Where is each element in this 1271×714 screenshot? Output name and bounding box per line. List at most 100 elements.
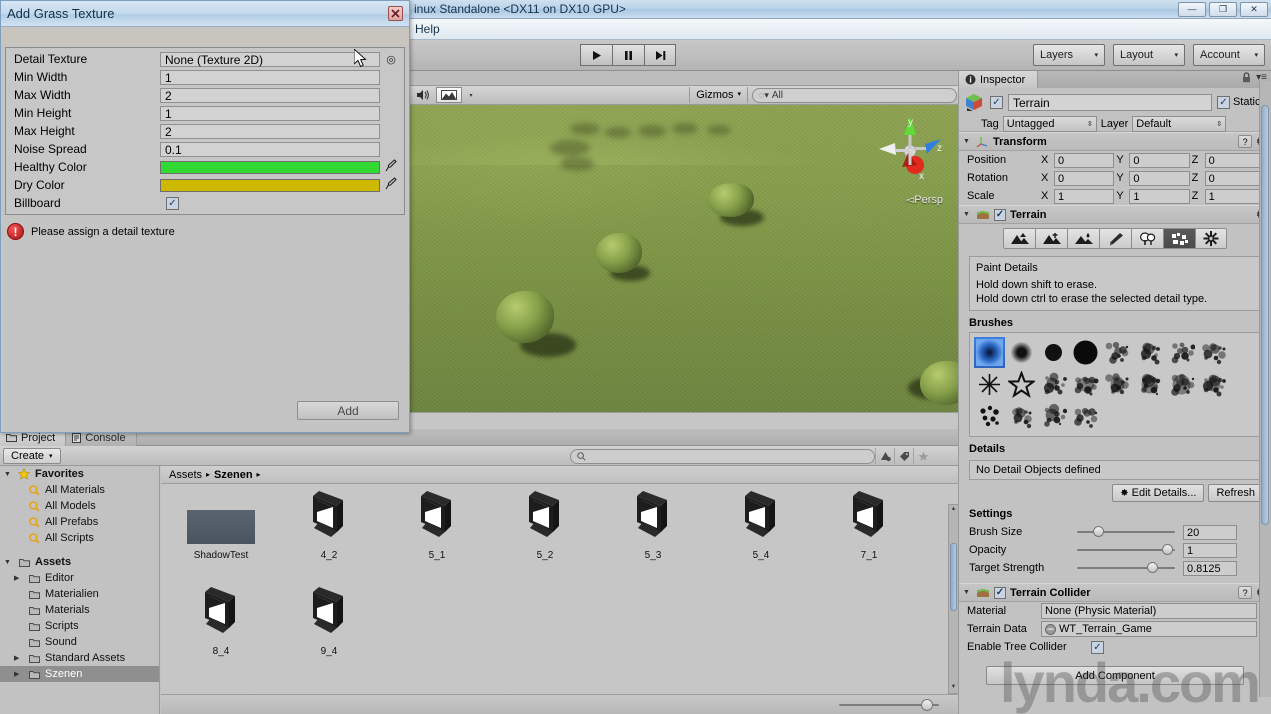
- brush-option[interactable]: [1198, 369, 1229, 400]
- play-button[interactable]: [580, 44, 612, 66]
- restore-button[interactable]: ❐: [1209, 2, 1237, 17]
- dialog-field-input[interactable]: 1: [160, 105, 380, 121]
- tree-item-favorites[interactable]: ▼ Favorites: [0, 466, 159, 482]
- foldout-arrow-icon[interactable]: ▶: [14, 574, 23, 582]
- brush-option[interactable]: [1038, 369, 1069, 400]
- scene-effects-icon[interactable]: [436, 87, 462, 103]
- dialog-field-input[interactable]: 1: [160, 69, 380, 85]
- smooth-height-tool[interactable]: [1067, 228, 1099, 249]
- slider-handle[interactable]: [921, 699, 933, 711]
- edit-details-button[interactable]: ✸ Edit Details...: [1112, 484, 1205, 502]
- lock-icon[interactable]: [1242, 72, 1251, 83]
- chevron-down-icon[interactable]: ▾: [466, 87, 476, 103]
- scene-projection-label[interactable]: ◅Persp: [906, 193, 943, 206]
- breadcrumb-item-szenen[interactable]: Szenen: [214, 469, 253, 481]
- brush-option[interactable]: [1166, 369, 1197, 400]
- layer-dropdown[interactable]: Default ⇳: [1132, 116, 1227, 132]
- dialog-field-input[interactable]: 2: [160, 123, 380, 139]
- component-header-terrain-collider[interactable]: ▼ ✓ Terrain Collider ? ⚙: [959, 583, 1271, 602]
- slider-handle[interactable]: [1092, 526, 1104, 537]
- dialog-field-input[interactable]: 2: [160, 87, 380, 103]
- gameobject-enabled-checkbox[interactable]: ✓: [990, 95, 1003, 109]
- tree-item-scripts[interactable]: Scripts: [0, 618, 159, 634]
- brush-option[interactable]: [1102, 369, 1133, 400]
- breadcrumb-item-assets[interactable]: Assets: [169, 469, 202, 481]
- scene-search-input[interactable]: ◌▾ All: [752, 87, 957, 103]
- scene-viewport[interactable]: y z x ◅Persp: [410, 105, 961, 412]
- scroll-down-icon[interactable]: ▼: [950, 684, 957, 692]
- paint-details-tool[interactable]: [1163, 228, 1195, 249]
- scale-x-field[interactable]: 1: [1054, 188, 1115, 204]
- brush-option[interactable]: [1134, 337, 1165, 368]
- setting-value-field[interactable]: 20: [1183, 524, 1237, 540]
- static-checkbox[interactable]: ✓: [1216, 95, 1230, 109]
- scale-y-field[interactable]: 1: [1129, 188, 1190, 204]
- tree-item-all-models[interactable]: All Models: [0, 498, 159, 514]
- brush-option[interactable]: [1070, 401, 1101, 432]
- refresh-button[interactable]: Refresh: [1208, 484, 1263, 502]
- brush-option[interactable]: [1070, 337, 1101, 368]
- add-component-button[interactable]: Add Component: [986, 666, 1244, 685]
- raise-lower-terrain-tool[interactable]: [1003, 228, 1035, 249]
- tree-item-materials[interactable]: Materials: [0, 602, 159, 618]
- slider-handle[interactable]: [1162, 544, 1174, 555]
- brush-option[interactable]: [974, 401, 1005, 432]
- scrollbar-thumb[interactable]: [1261, 105, 1269, 525]
- paint-height-tool[interactable]: [1035, 228, 1067, 249]
- scale-z-field[interactable]: 1: [1204, 188, 1265, 204]
- brush-option[interactable]: [974, 369, 1005, 400]
- dialog-close-button[interactable]: [388, 6, 403, 21]
- foldout-arrow-icon[interactable]: ▼: [4, 559, 13, 566]
- position-y-field[interactable]: 0: [1129, 152, 1190, 168]
- pause-button[interactable]: [612, 44, 644, 66]
- minimize-button[interactable]: —: [1178, 2, 1206, 17]
- setting-value-field[interactable]: 0.8125: [1183, 560, 1237, 576]
- label-filter-icon[interactable]: [894, 448, 913, 464]
- dialog-field-input[interactable]: 0.1: [160, 141, 380, 157]
- tab-inspector[interactable]: Inspector: [959, 71, 1039, 88]
- tree-item-sound[interactable]: Sound: [0, 634, 159, 650]
- brush-option[interactable]: [1006, 337, 1037, 368]
- foldout-arrow-icon[interactable]: ▼: [963, 211, 972, 218]
- asset-item[interactable]: 7_1: [815, 488, 923, 561]
- tree-item-szenen[interactable]: ▶ Szenen: [0, 666, 159, 682]
- dialog-field-input[interactable]: None (Texture 2D): [160, 51, 380, 67]
- brush-option[interactable]: [1198, 337, 1229, 368]
- create-dropdown[interactable]: Create ▾: [3, 447, 61, 464]
- help-icon[interactable]: ?: [1238, 586, 1253, 599]
- component-header-terrain[interactable]: ▼ ✓ Terrain ⚙: [959, 205, 1271, 224]
- close-button[interactable]: ✕: [1240, 2, 1268, 17]
- asset-item[interactable]: 4_2: [275, 488, 383, 561]
- collider-terrain-data-field[interactable]: WT_Terrain_Game: [1041, 621, 1257, 637]
- menu-item-help[interactable]: Help: [415, 22, 440, 36]
- setting-value-field[interactable]: 1: [1183, 542, 1237, 558]
- collider-material-field[interactable]: None (Physic Material): [1041, 603, 1257, 619]
- foldout-arrow-icon[interactable]: ▼: [4, 471, 13, 478]
- position-x-field[interactable]: 0: [1054, 152, 1115, 168]
- brush-option[interactable]: [1038, 337, 1069, 368]
- favorite-filter-icon[interactable]: [913, 448, 932, 464]
- brush-option[interactable]: [1006, 401, 1037, 432]
- brush-option[interactable]: [974, 337, 1005, 368]
- brush-palette[interactable]: [969, 332, 1263, 437]
- gameobject-name-field[interactable]: Terrain: [1008, 93, 1212, 111]
- terrain-collider-enabled-checkbox[interactable]: ✓: [994, 586, 1006, 599]
- scrollbar-thumb[interactable]: [950, 543, 957, 611]
- foldout-arrow-icon[interactable]: ▼: [963, 589, 972, 596]
- tree-item-standard-assets[interactable]: ▶ Standard Assets: [0, 650, 159, 666]
- foldout-arrow-icon[interactable]: ▼: [963, 138, 972, 145]
- asset-item[interactable]: ShadowTest: [167, 488, 275, 561]
- tag-dropdown[interactable]: Untagged ⇳: [1002, 116, 1097, 132]
- slider-handle[interactable]: [1147, 562, 1159, 573]
- asset-item[interactable]: 5_1: [383, 488, 491, 561]
- layers-dropdown[interactable]: Layers ▾: [1033, 44, 1105, 66]
- audio-toggle-icon[interactable]: [414, 87, 432, 103]
- color-swatch[interactable]: [160, 160, 380, 174]
- layout-dropdown[interactable]: Layout ▾: [1113, 44, 1185, 66]
- account-dropdown[interactable]: Account ▾: [1193, 44, 1265, 66]
- setting-slider[interactable]: [1077, 525, 1175, 539]
- enable-tree-collider-checkbox[interactable]: ✓: [1091, 640, 1104, 654]
- object-picker-icon[interactable]: ◎: [380, 53, 402, 66]
- help-icon[interactable]: ?: [1238, 135, 1253, 148]
- asset-item[interactable]: 8_4: [167, 584, 275, 657]
